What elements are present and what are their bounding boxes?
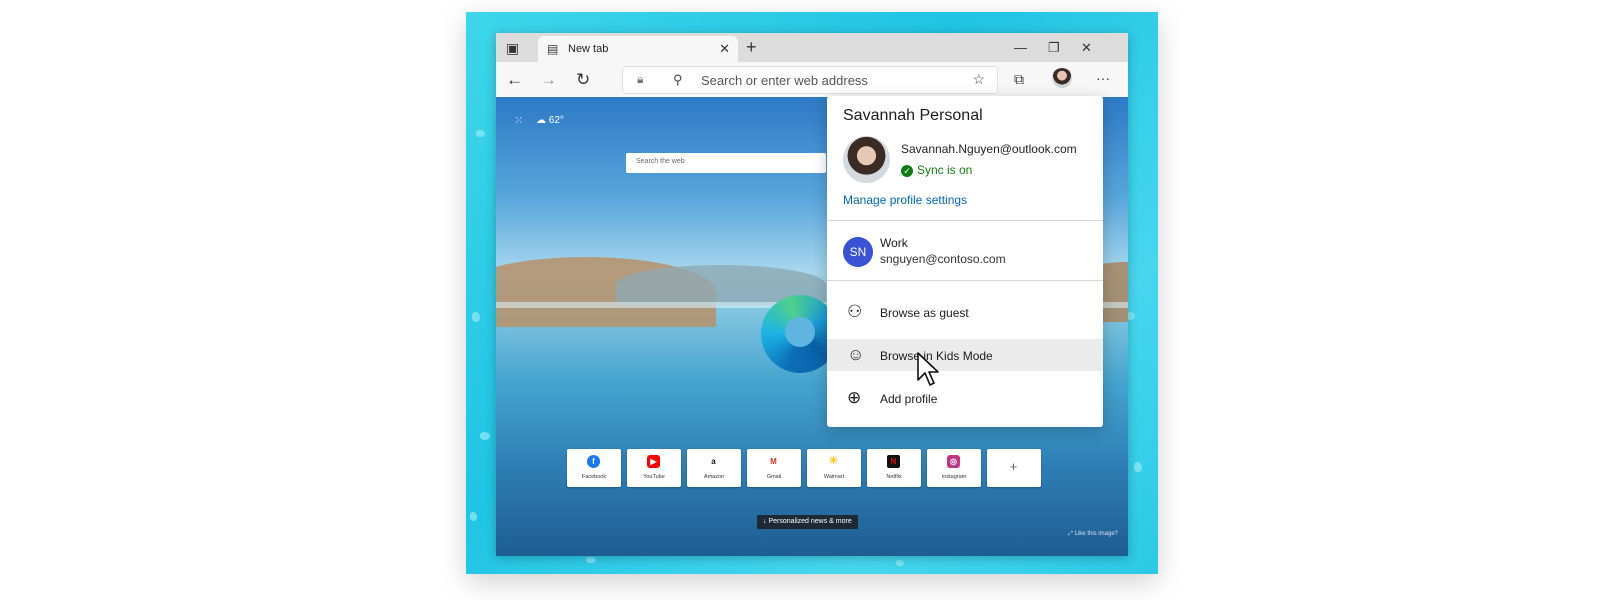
amazon-icon: a <box>707 455 720 468</box>
forward-icon[interactable]: → <box>540 70 557 90</box>
quick-link-label: Facebook <box>581 474 607 480</box>
quick-link-facebook[interactable]: f Facebook <box>567 449 621 487</box>
address-placeholder: Search or enter web address <box>701 73 868 88</box>
add-profile-label: Add profile <box>880 392 938 406</box>
close-tab-icon[interactable]: ✕ <box>719 41 730 57</box>
work-profile-item[interactable]: SN Work snguyen@contoso.com <box>827 224 1103 276</box>
tab-actions-icon[interactable]: ▣ <box>506 41 519 55</box>
quick-link-label: Amazon <box>703 474 725 480</box>
browse-as-guest-label: Browse as guest <box>880 306 969 320</box>
quick-link-label: Netflix <box>886 474 902 480</box>
news-label: Personalized news & more <box>768 518 852 525</box>
add-profile-icon: ⊕ <box>847 388 862 407</box>
web-search-placeholder: Search the web <box>636 158 685 165</box>
divider <box>827 220 1103 221</box>
gmail-icon: M <box>767 455 780 468</box>
guest-icon: ⚇ <box>847 302 863 321</box>
youtube-icon: ▶ <box>647 455 660 468</box>
kids-mode-icon: ☺ <box>847 345 865 364</box>
sync-check-icon: ✓ <box>901 165 913 177</box>
profile-avatar-button[interactable] <box>1052 68 1072 88</box>
sync-status-text: Sync is on <box>917 163 973 177</box>
restore-icon[interactable]: ❐ <box>1048 40 1060 56</box>
tab-title: New tab <box>568 43 609 55</box>
new-tab-icon[interactable]: + <box>746 37 757 58</box>
like-image-link[interactable]: ⤢ Like this image? <box>1068 531 1118 538</box>
search-icon: ⚲ <box>673 72 683 87</box>
quick-link-label: Instagram <box>941 474 967 480</box>
lock-icon: 🔒︎ <box>637 72 644 86</box>
work-avatar: SN <box>843 237 873 267</box>
quick-link-instagram[interactable]: ◎ Instagram <box>927 449 981 487</box>
personalized-news-button[interactable]: ↓ Personalized news & more <box>757 515 858 529</box>
quick-link-youtube[interactable]: ▶ YouTube <box>627 449 681 487</box>
manage-profile-settings-link[interactable]: Manage profile settings <box>843 193 967 207</box>
browse-as-guest-item[interactable]: ⚇ Browse as guest <box>827 296 1103 328</box>
page-icon: ▤ <box>547 42 559 56</box>
minimize-icon[interactable]: — <box>1014 40 1027 55</box>
address-bar[interactable]: 🔒︎ ⚲ Search or enter web address ☆ <box>622 66 998 94</box>
profile-avatar <box>843 136 890 183</box>
quick-link-amazon[interactable]: a Amazon <box>687 449 741 487</box>
quick-link-label: Walmart <box>823 474 845 480</box>
facebook-icon: f <box>587 455 600 468</box>
back-icon[interactable]: ← <box>506 70 523 90</box>
instagram-icon: ◎ <box>947 455 960 468</box>
collections-icon[interactable]: ⧉ <box>1014 71 1024 88</box>
close-window-icon[interactable]: ✕ <box>1081 40 1092 56</box>
more-options-icon[interactable]: ··· <box>1096 70 1110 86</box>
quick-link-label: YouTube <box>643 474 665 480</box>
profile-flyout: Savannah Personal Savannah.Nguyen@outloo… <box>827 96 1103 427</box>
add-profile-item[interactable]: ⊕ Add profile <box>827 382 1103 414</box>
toolbar: ← → ↻ 🔒︎ ⚲ Search or enter web address ☆… <box>496 62 1128 97</box>
quick-link-walmart[interactable]: ✳ Walmart <box>807 449 861 487</box>
netflix-icon: N <box>887 455 900 468</box>
quick-link-netflix[interactable]: N Netflix <box>867 449 921 487</box>
web-search-box[interactable]: Search the web <box>626 153 826 173</box>
title-bar: ▣ ▤ New tab ✕ + — ❐ ✕ <box>496 33 1128 62</box>
tab-new-tab[interactable]: ▤ New tab ✕ <box>538 36 738 62</box>
profile-name: Savannah Personal <box>843 107 983 124</box>
add-quick-link[interactable]: + <box>987 449 1041 487</box>
mouse-cursor-icon <box>917 352 939 386</box>
weather-temp: 62° <box>548 115 564 126</box>
divider <box>827 280 1103 281</box>
work-profile-name: Work <box>880 236 908 250</box>
like-image-label: Like this image? <box>1074 531 1118 537</box>
quick-link-gmail[interactable]: M Gmail <box>747 449 801 487</box>
walmart-icon: ✳ <box>827 455 840 468</box>
apps-grid-icon[interactable]: ⁙ <box>514 114 523 127</box>
add-favorite-icon[interactable]: ☆ <box>972 71 985 88</box>
browse-in-kids-mode-item[interactable]: ☺ Browse in Kids Mode <box>827 339 1103 371</box>
work-profile-email: snguyen@contoso.com <box>880 252 1006 266</box>
weather-widget[interactable]: ☁︎ 62° <box>536 115 564 126</box>
add-tile-icon: + <box>1007 460 1020 473</box>
refresh-icon[interactable]: ↻ <box>576 70 590 90</box>
profile-email: Savannah.Nguyen@outlook.com <box>901 142 1077 156</box>
quick-link-label: Gmail <box>766 474 782 480</box>
sync-status: ✓ Sync is on <box>901 163 972 177</box>
